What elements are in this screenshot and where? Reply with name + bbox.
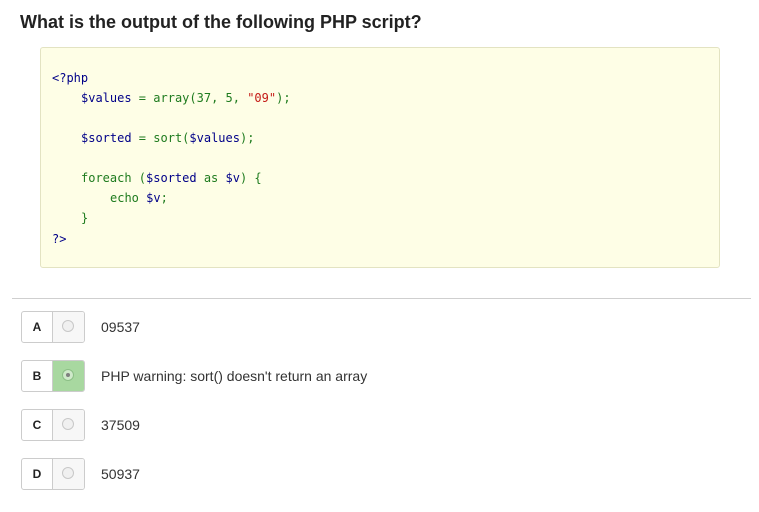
option-radio-button[interactable]	[53, 312, 84, 342]
code-punctuation: );	[239, 131, 255, 145]
question-title: What is the output of the following PHP …	[20, 12, 422, 32]
option-selector[interactable]: B	[21, 360, 85, 392]
code-block: <?php $values = array(37, 5, "09"); $sor…	[40, 47, 720, 268]
option-text[interactable]: 09537	[101, 311, 140, 343]
option-c[interactable]: C 37509	[21, 409, 741, 441]
code-punctuation: );	[276, 91, 291, 105]
code-punctuation: ;	[160, 191, 168, 205]
code-line-values: $values = array(37, 5, "09");	[81, 89, 291, 107]
php-close-tag: ?>	[52, 232, 67, 246]
option-b[interactable]: B PHP warning: sort() doesn't return an …	[21, 360, 741, 392]
option-letter: B	[22, 361, 53, 391]
code-line-close-brace: }	[81, 209, 88, 227]
option-letter: D	[22, 459, 53, 489]
code-variable: $v	[146, 191, 161, 205]
option-letter: C	[22, 410, 53, 440]
code-variable: $v	[225, 171, 240, 185]
code-line-sorted: $sorted = sort($values);	[81, 129, 254, 147]
option-d[interactable]: D 50937	[21, 458, 741, 490]
code-keyword: foreach (	[81, 171, 147, 185]
option-a[interactable]: A 09537	[21, 311, 741, 343]
option-radio-button[interactable]	[53, 410, 84, 440]
option-selector[interactable]: D	[21, 458, 85, 490]
code-operator: =	[131, 91, 154, 105]
option-text[interactable]: PHP warning: sort() doesn't return an ar…	[101, 360, 367, 392]
code-string: "09"	[247, 91, 277, 105]
divider	[12, 298, 751, 299]
radio-circle-icon	[62, 467, 74, 479]
radio-circle-icon	[62, 369, 74, 381]
code-keyword: echo	[110, 191, 147, 205]
code-punctuation: }	[81, 211, 89, 225]
option-text[interactable]: 50937	[101, 458, 140, 490]
radio-circle-icon	[62, 320, 74, 332]
code-function: sort(	[153, 131, 190, 145]
option-selector[interactable]: A	[21, 311, 85, 343]
option-letter: A	[22, 312, 53, 342]
php-open-tag: <?php	[52, 71, 89, 85]
code-line-foreach: foreach ($sorted as $v) {	[81, 169, 262, 187]
code-function: array(37, 5,	[153, 91, 248, 105]
radio-circle-icon	[62, 418, 74, 430]
option-radio-button[interactable]	[53, 459, 84, 489]
code-line-echo: echo $v;	[110, 189, 168, 207]
option-radio-button-selected[interactable]	[53, 361, 84, 391]
code-line-open-tag: <?php	[52, 69, 88, 87]
code-punctuation: ) {	[239, 171, 262, 185]
code-variable: $values	[189, 131, 240, 145]
code-line-close-tag: ?>	[52, 230, 66, 248]
code-variable: $sorted	[81, 131, 132, 145]
code-operator: =	[131, 131, 154, 145]
code-variable: $sorted	[146, 171, 197, 185]
code-variable: $values	[81, 91, 132, 105]
radio-dot-icon	[66, 373, 70, 377]
code-keyword: as	[196, 171, 226, 185]
option-selector[interactable]: C	[21, 409, 85, 441]
option-text[interactable]: 37509	[101, 409, 140, 441]
